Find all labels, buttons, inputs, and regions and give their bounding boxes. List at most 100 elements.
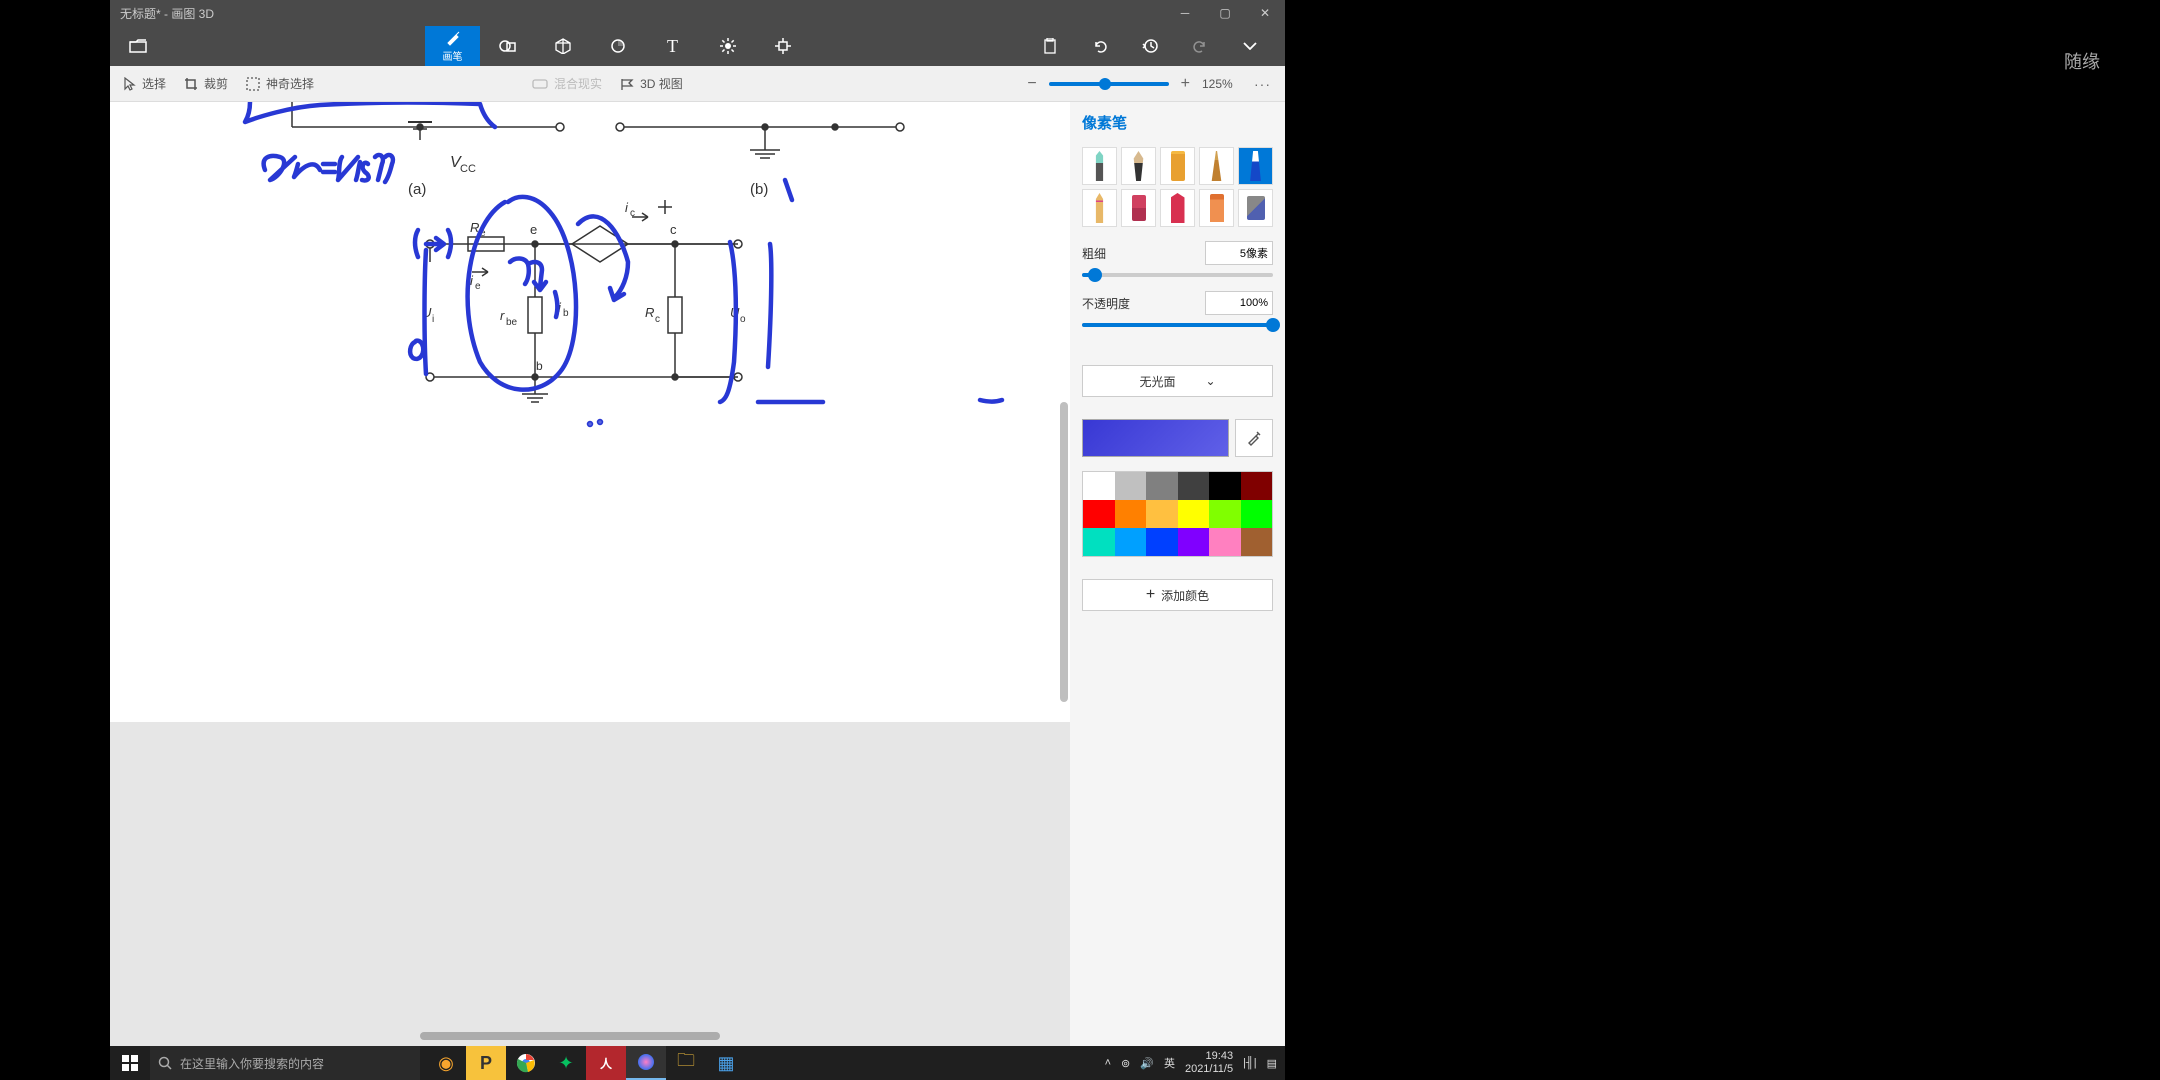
svg-text:CC: CC (460, 163, 476, 175)
brush-watercolor[interactable] (1199, 147, 1234, 185)
svg-text:(a): (a) (408, 181, 426, 198)
taskbar-app-other[interactable]: ▦ (706, 1046, 746, 1080)
palette-color[interactable] (1209, 528, 1241, 556)
taskbar-app-wechat[interactable]: ✦ (546, 1046, 586, 1080)
palette-color[interactable] (1241, 528, 1273, 556)
canvas-area[interactable]: V CC (a) (b) (110, 102, 1070, 1046)
effects-icon (720, 38, 736, 54)
main-toolbar: 画笔 T (110, 26, 1285, 66)
magic-select-tool[interactable]: 神奇选择 (246, 75, 314, 92)
brush-pixel[interactable] (1238, 147, 1273, 185)
taskbar-search[interactable]: 在这里输入你要搜索的内容 (150, 1046, 420, 1080)
current-color[interactable] (1082, 419, 1229, 457)
palette-color[interactable] (1241, 472, 1273, 500)
undo-button[interactable] (1075, 26, 1125, 66)
add-color-button[interactable]: + 添加颜色 (1082, 579, 1273, 611)
tab-3d-shapes[interactable] (535, 26, 590, 66)
tray-ruler-icon[interactable]: |╢| (1243, 1057, 1257, 1069)
opacity-input[interactable] (1205, 291, 1273, 315)
palette-color[interactable] (1083, 472, 1115, 500)
opacity-label: 不透明度 (1082, 295, 1130, 312)
more-button[interactable]: ··· (1254, 76, 1271, 92)
brush-pencil[interactable] (1082, 189, 1117, 227)
minimize-button[interactable]: ─ (1165, 0, 1205, 26)
start-button[interactable] (110, 1046, 150, 1080)
svg-text:b: b (536, 359, 543, 373)
palette-color[interactable] (1178, 472, 1210, 500)
3d-view-tool[interactable]: 3D 视图 (620, 75, 683, 92)
thickness-slider[interactable] (1082, 273, 1273, 277)
close-button[interactable]: ✕ (1245, 0, 1285, 26)
palette-color[interactable] (1115, 528, 1147, 556)
titlebar: 无标题* - 画图 3D ─ ▢ ✕ (110, 0, 1285, 26)
svg-text:r: r (500, 308, 505, 323)
palette-color[interactable] (1209, 500, 1241, 528)
taskbar-app-search[interactable]: ◉ (426, 1046, 466, 1080)
thickness-input[interactable] (1205, 241, 1273, 265)
zoom-in-button[interactable]: + (1181, 75, 1190, 93)
taskbar-app-pdf[interactable]: 人 (586, 1046, 626, 1080)
canvas-icon (775, 38, 791, 54)
taskbar-app-explorer[interactable]: 🗀 (666, 1046, 706, 1080)
canvas[interactable]: V CC (a) (b) (110, 102, 1070, 722)
vertical-scrollbar[interactable] (1060, 402, 1068, 702)
palette-color[interactable] (1178, 528, 1210, 556)
palette-color[interactable] (1115, 500, 1147, 528)
tab-brush[interactable]: 画笔 (425, 26, 480, 66)
tray-volume-icon[interactable]: 🔊 (1140, 1057, 1154, 1070)
taskbar-app-potplayer[interactable]: P (466, 1046, 506, 1080)
brush-oil[interactable] (1160, 147, 1195, 185)
brush-calligraphy[interactable] (1121, 147, 1156, 185)
tray-chevron-icon[interactable]: ˄ (1105, 1057, 1111, 1069)
redo-button[interactable] (1175, 26, 1225, 66)
history-button[interactable] (1125, 26, 1175, 66)
window-title: 无标题* - 画图 3D (120, 5, 214, 22)
tray-ime[interactable]: 英 (1164, 1055, 1175, 1071)
expand-button[interactable] (1225, 26, 1275, 66)
opacity-slider[interactable] (1082, 323, 1273, 327)
eyedropper-icon (1246, 430, 1262, 446)
tab-effects[interactable] (700, 26, 755, 66)
paint3d-icon (636, 1052, 656, 1072)
palette-color[interactable] (1241, 500, 1273, 528)
palette-color[interactable] (1083, 528, 1115, 556)
palette-color[interactable] (1146, 500, 1178, 528)
tab-canvas[interactable] (755, 26, 810, 66)
brush-eraser[interactable] (1121, 189, 1156, 227)
horizontal-scrollbar[interactable] (420, 1032, 720, 1040)
tab-2d-shapes[interactable] (480, 26, 535, 66)
tray-wifi-icon[interactable]: ⊚ (1121, 1057, 1130, 1070)
tray-clock[interactable]: 19:43 2021/11/5 (1185, 1050, 1233, 1076)
brush-spray[interactable] (1199, 189, 1234, 227)
eyedropper-button[interactable] (1235, 419, 1273, 457)
taskbar-app-chrome[interactable] (506, 1046, 546, 1080)
material-dropdown[interactable]: 无光面 ⌄ (1082, 365, 1273, 397)
maximize-button[interactable]: ▢ (1205, 0, 1245, 26)
select-tool[interactable]: 选择 (124, 75, 166, 92)
palette-color[interactable] (1178, 500, 1210, 528)
menu-button[interactable] (110, 26, 165, 66)
tab-stickers[interactable] (590, 26, 645, 66)
taskbar-app-paint3d[interactable] (626, 1046, 666, 1080)
svg-text:b: b (563, 308, 569, 319)
palette-color[interactable] (1209, 472, 1241, 500)
cube-icon (555, 38, 571, 54)
chevron-down-icon: ⌄ (1205, 374, 1215, 388)
zoom-value: 125% (1202, 77, 1242, 91)
svg-text:c: c (670, 222, 677, 237)
palette-color[interactable] (1146, 528, 1178, 556)
zoom-out-button[interactable]: − (1027, 75, 1036, 93)
tab-text[interactable]: T (645, 26, 700, 66)
palette-color[interactable] (1146, 472, 1178, 500)
crop-tool[interactable]: 裁剪 (184, 75, 228, 92)
paste-button[interactable] (1025, 26, 1075, 66)
chevron-down-icon (1243, 42, 1257, 50)
tray-notifications-icon[interactable]: ▤ (1267, 1057, 1277, 1070)
brush-crayon[interactable] (1160, 189, 1195, 227)
palette-color[interactable] (1083, 500, 1115, 528)
zoom-slider[interactable] (1049, 82, 1169, 86)
palette-color[interactable] (1115, 472, 1147, 500)
brush-fill[interactable] (1238, 189, 1273, 227)
brush-grid (1082, 147, 1273, 227)
brush-marker[interactable] (1082, 147, 1117, 185)
